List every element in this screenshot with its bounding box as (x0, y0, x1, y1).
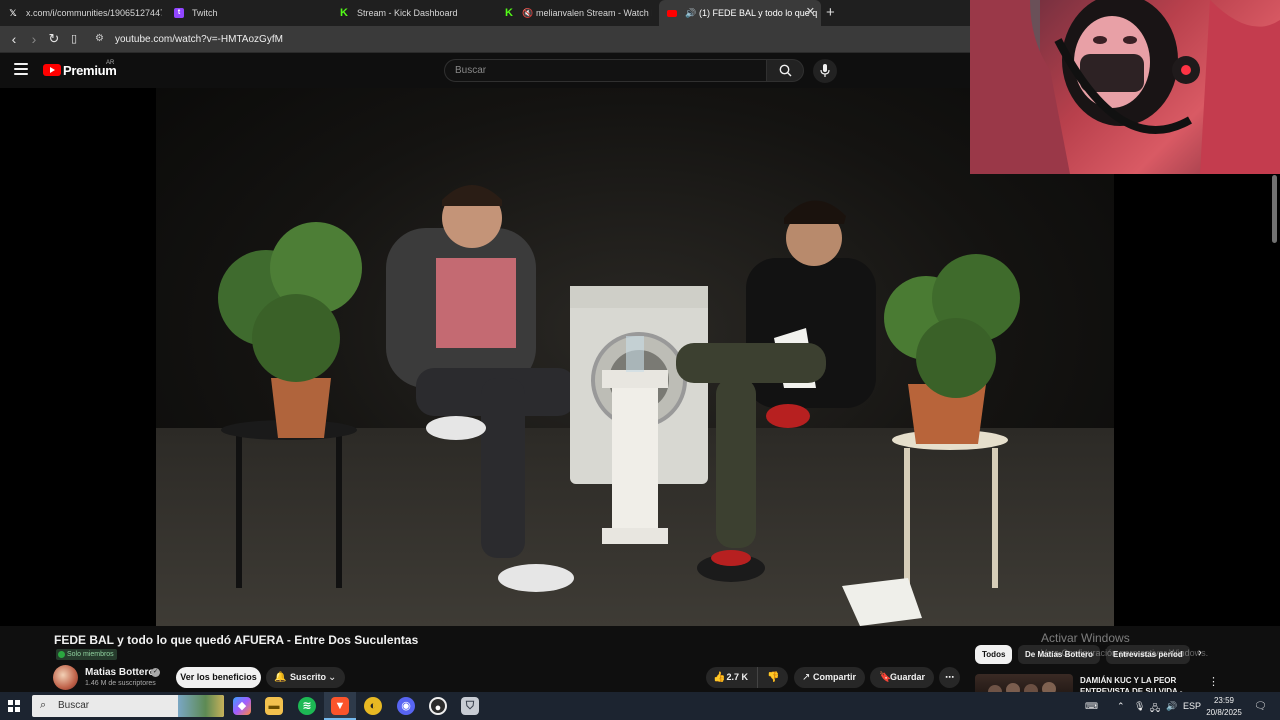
video-title: FEDE BAL y todo lo que quedó AFUERA - En… (54, 633, 419, 647)
language-indicator[interactable]: ESP (1183, 701, 1201, 711)
address-bar[interactable]: youtube.com/watch?v=-HMTAozGyfM (115, 34, 283, 45)
tab-x-communities[interactable]: 𝕏 x.com/i/communities/190651274472 (0, 0, 162, 26)
more-horizontal-icon: ⋯ (945, 672, 954, 682)
subscribed-button[interactable]: 🔔 Suscrito ⌄ (266, 667, 345, 688)
taskbar-search-input[interactable]: ⌕ Buscar (32, 695, 224, 717)
search-input[interactable]: Buscar (444, 59, 767, 82)
x-logo-icon: 𝕏 (9, 8, 17, 18)
spotify-icon[interactable]: ≋ (298, 697, 316, 715)
channel-name[interactable]: Matias Bottero (85, 667, 154, 678)
verified-check-icon: ✓ (151, 668, 160, 677)
subscriber-count: 1.46 M de suscriptores (85, 680, 156, 687)
tab-kick-melianvalen[interactable]: K 🔇 melianvalen Stream - Watch Live (496, 0, 652, 26)
search-highlight-image (178, 695, 224, 717)
tab-youtube-active[interactable]: 🔊 (1) FEDE BAL y todo lo que q ✕ (659, 0, 821, 26)
search-icon: ⌕ (40, 699, 47, 711)
site-info-icon[interactable]: ⚙ (95, 33, 104, 44)
windows-start-icon[interactable] (8, 700, 20, 712)
kick-icon: K (505, 7, 513, 19)
forward-arrow-icon[interactable]: › (26, 31, 42, 47)
obs-icon[interactable]: ● (429, 697, 447, 715)
thumbs-down-icon: 👎 (767, 672, 780, 683)
tab-label: x.com/i/communities/190651274472 (26, 8, 162, 18)
clock-date[interactable]: 20/8/2025 (1202, 708, 1246, 717)
keyboard-icon[interactable]: ⌨ (1085, 701, 1098, 712)
volume-icon[interactable]: 🔊 (1166, 701, 1177, 712)
youtube-logo-icon[interactable] (43, 64, 61, 76)
file-explorer-icon[interactable]: ▬ (265, 697, 283, 715)
discord-icon[interactable]: ◉ (397, 697, 415, 715)
like-button[interactable]: 👍 2.7 K (706, 667, 757, 688)
search-button[interactable] (766, 59, 804, 82)
search-placeholder: Buscar (455, 65, 487, 76)
activate-windows-title: Activar Windows (1041, 631, 1130, 645)
chevron-down-icon: ⌄ (328, 672, 337, 683)
network-icon[interactable]: 🖧 (1150, 701, 1160, 717)
webcam-person-illustration (970, 0, 1280, 174)
chevron-up-icon[interactable]: ⌃ (1117, 701, 1125, 712)
tab-kick-dashboard[interactable]: K Stream - Kick Dashboard (331, 0, 493, 26)
microphone-icon (820, 64, 830, 77)
save-button[interactable]: 🔖 Guardar (870, 667, 934, 688)
notifications-icon[interactable]: 🗨 (1254, 701, 1267, 712)
country-code: AR (106, 60, 115, 66)
members-only-badge: Solo miembros (56, 649, 117, 660)
tab-label: melianvalen Stream - Watch Live (536, 8, 652, 18)
streamer-webcam-overlay (970, 0, 1280, 174)
back-arrow-icon[interactable]: ‹ (6, 31, 22, 47)
tab-label: (1) FEDE BAL y todo lo que q (699, 8, 818, 18)
taskbar-search-placeholder: Buscar (58, 700, 90, 711)
voice-search-button[interactable] (813, 59, 837, 83)
chip-all[interactable]: Todos (975, 645, 1013, 664)
bookmark-save-icon: 🔖 (879, 672, 892, 683)
bell-icon: 🔔 (274, 672, 287, 683)
thumbs-up-icon: 👍 (713, 672, 726, 683)
copilot-icon[interactable]: ◆ (233, 697, 251, 715)
clock-time[interactable]: 23:59 (1206, 696, 1242, 705)
share-button[interactable]: ↗ Compartir (794, 667, 865, 688)
subscribed-label: Suscrito (290, 672, 327, 682)
share-arrow-icon: ↗ (802, 672, 811, 683)
microphone-tray-icon[interactable]: 🎙 (1134, 701, 1145, 712)
more-actions-button[interactable]: ⋯ (939, 667, 960, 688)
save-label: Guardar (889, 672, 925, 682)
more-vertical-icon[interactable]: ⋮ (1208, 675, 1219, 688)
close-tab-icon[interactable]: ✕ (806, 7, 815, 18)
brave-browser-icon[interactable]: ▼ (331, 697, 349, 715)
channel-avatar[interactable] (53, 665, 78, 690)
muted-speaker-icon[interactable]: 🔇 (522, 8, 533, 18)
bookmark-icon[interactable]: ▯ (66, 31, 82, 47)
speaker-icon[interactable]: 🔊 (685, 8, 696, 18)
like-count: 2.7 K (726, 672, 748, 682)
tab-twitch[interactable]: t Twitch (166, 0, 328, 26)
view-benefits-button[interactable]: Ver los beneficios (176, 667, 261, 688)
tab-label: Stream - Kick Dashboard (357, 8, 458, 18)
activate-windows-subtitle: Ve a Configuración para activar Windows. (1041, 648, 1209, 658)
shield-app-icon[interactable]: ⛉ (461, 697, 479, 715)
dislike-button[interactable]: 👎 (757, 667, 788, 688)
youtube-icon (667, 9, 677, 17)
reload-icon[interactable]: ↻ (46, 31, 62, 47)
tab-label: Twitch (192, 8, 218, 18)
kick-icon: K (340, 7, 348, 19)
share-label: Compartir (812, 672, 856, 682)
new-tab-button[interactable]: + (826, 5, 835, 20)
twitch-icon: t (174, 8, 184, 18)
page-scrollbar[interactable] (1272, 175, 1277, 243)
search-icon (779, 64, 792, 77)
hamburger-menu-icon[interactable] (14, 63, 28, 75)
tool-app-icon[interactable]: ◐ (364, 697, 382, 715)
